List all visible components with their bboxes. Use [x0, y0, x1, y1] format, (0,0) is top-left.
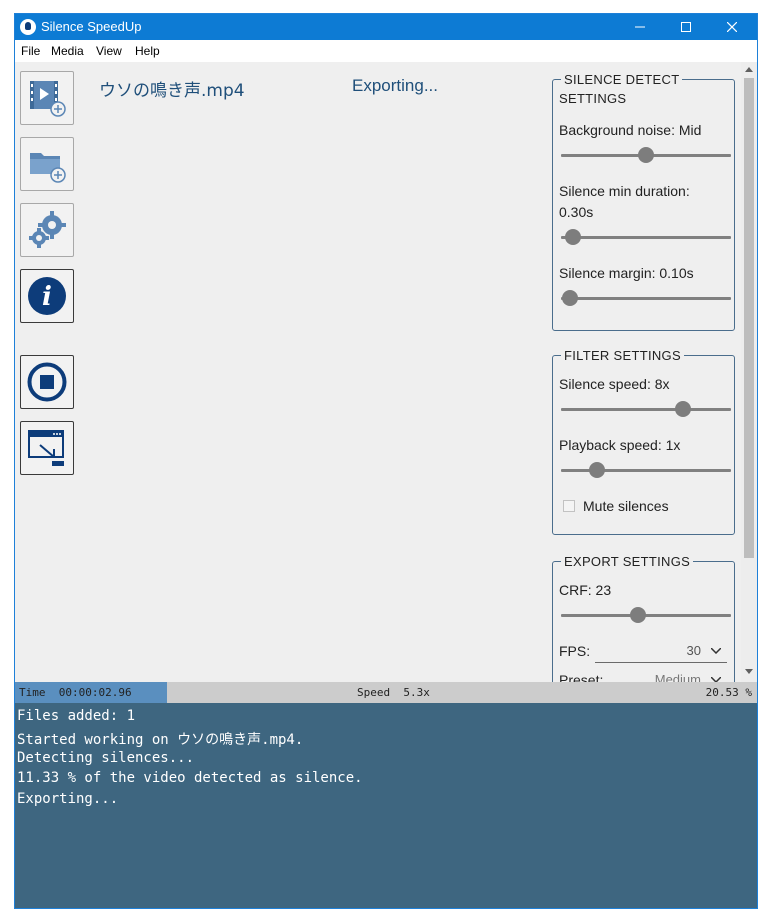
export-settings: EXPORT SETTINGS CRF: 23 FPS: 30 Preset: … — [552, 553, 735, 682]
min-duration-label: Silence min duration: — [559, 183, 690, 199]
menu-bar: File Media View Help — [15, 40, 757, 62]
file-name[interactable]: ウソの鳴き声.mp4 — [99, 76, 245, 101]
menu-file[interactable]: File — [21, 44, 40, 58]
min-duration-value: 0.30s — [559, 204, 594, 220]
export-settings-title: EXPORT SETTINGS — [561, 553, 694, 571]
slider-thumb[interactable] — [629, 607, 646, 623]
file-status: Exporting... — [352, 76, 438, 95]
settings-gear-icon — [29, 211, 66, 248]
silence-detect-title: SILENCE DETECT — [561, 71, 683, 89]
info-icon: i — [28, 277, 66, 315]
silence-detect-title-line2: SETTINGS — [559, 91, 627, 106]
filter-settings: FILTER SETTINGS Silence speed: 8x Playba… — [552, 347, 735, 535]
slider-thumb[interactable] — [638, 147, 654, 163]
maximize-button[interactable] — [663, 14, 709, 40]
status-speed: Speed 5.3x — [357, 686, 430, 699]
add-video-icon — [30, 81, 66, 117]
info-button[interactable]: i — [20, 269, 74, 323]
minimize-button[interactable] — [617, 14, 663, 40]
maximize-icon — [681, 22, 691, 32]
playback-speed-label: Playback speed: 1x — [559, 437, 681, 453]
mute-silences-checkbox[interactable] — [563, 500, 575, 512]
open-output-button[interactable] — [20, 421, 74, 475]
crf-label: CRF: 23 — [559, 582, 612, 598]
svg-text:i: i — [42, 282, 52, 312]
fps-value: 30 — [686, 643, 701, 658]
close-button[interactable] — [709, 14, 755, 40]
window-title: Silence SpeedUp — [41, 19, 142, 34]
status-bar: Time 00:00:02.96 Speed 5.3x 20.53 % — [15, 682, 757, 703]
stop-icon — [27, 362, 67, 402]
filter-settings-title: FILTER SETTINGS — [561, 347, 684, 365]
slider-thumb[interactable] — [564, 229, 581, 245]
settings-panel: SILENCE DETECT SETTINGS Background noise… — [549, 70, 741, 682]
menu-help[interactable]: Help — [135, 44, 160, 58]
status-time: Time 00:00:02.96 — [19, 686, 132, 699]
add-video-button[interactable] — [20, 71, 74, 125]
main-area: i ウソの鳴き声.mp4 Exporting... SILENCE DETECT… — [15, 62, 757, 682]
silence-detect-settings: SILENCE DETECT SETTINGS Background noise… — [552, 71, 735, 331]
fps-label: FPS: — [559, 643, 591, 659]
log-line: Detecting silences... — [17, 750, 195, 766]
log-line: Started working on ウソの鳴き声.mp4. — [17, 732, 304, 748]
settings-scrollbar[interactable] — [741, 62, 757, 682]
crf-slider[interactable] — [561, 607, 731, 623]
title-bar[interactable]: Silence SpeedUp — [15, 14, 757, 40]
stop-button[interactable] — [20, 355, 74, 409]
status-progress: 20.53 % — [705, 686, 752, 699]
scroll-thumb[interactable] — [744, 78, 754, 558]
silence-margin-slider[interactable] — [561, 290, 731, 306]
close-icon — [727, 22, 737, 32]
preset-select[interactable]: Medium — [595, 669, 727, 682]
menu-media[interactable]: Media — [51, 44, 84, 58]
minimize-icon — [635, 26, 645, 28]
scroll-down-icon[interactable] — [745, 669, 753, 674]
log-console: Files added: 1 Started working on ウソの鳴き声… — [15, 703, 757, 908]
playback-speed-slider[interactable] — [561, 462, 731, 478]
slider-thumb[interactable] — [588, 462, 605, 478]
min-duration-slider[interactable] — [561, 229, 731, 245]
silence-speed-label: Silence speed: 8x — [559, 376, 670, 392]
log-line: Exporting... — [17, 791, 119, 807]
slider-thumb[interactable] — [561, 290, 578, 306]
log-line: Files added: 1 — [17, 708, 136, 724]
app-icon — [20, 19, 36, 35]
silence-margin-label: Silence margin: 0.10s — [559, 265, 694, 281]
add-folder-button[interactable] — [20, 137, 74, 191]
slider-thumb[interactable] — [675, 401, 692, 417]
chevron-down-icon — [711, 648, 721, 654]
background-noise-slider[interactable] — [561, 147, 731, 163]
app-window: Silence SpeedUp File Media View Help i ウ… — [14, 13, 758, 909]
mute-silences-label: Mute silences — [583, 498, 669, 514]
scroll-up-icon[interactable] — [745, 67, 753, 72]
fps-select[interactable]: 30 — [595, 640, 727, 663]
open-output-icon — [28, 430, 64, 466]
add-folder-icon — [30, 153, 66, 183]
preset-value: Medium — [654, 672, 701, 682]
silence-speed-slider[interactable] — [561, 401, 731, 417]
menu-view[interactable]: View — [96, 44, 122, 58]
log-line: 11.33 % of the video detected as silence… — [17, 770, 363, 786]
background-noise-label: Background noise: Mid — [559, 122, 702, 138]
settings-button[interactable] — [20, 203, 74, 257]
